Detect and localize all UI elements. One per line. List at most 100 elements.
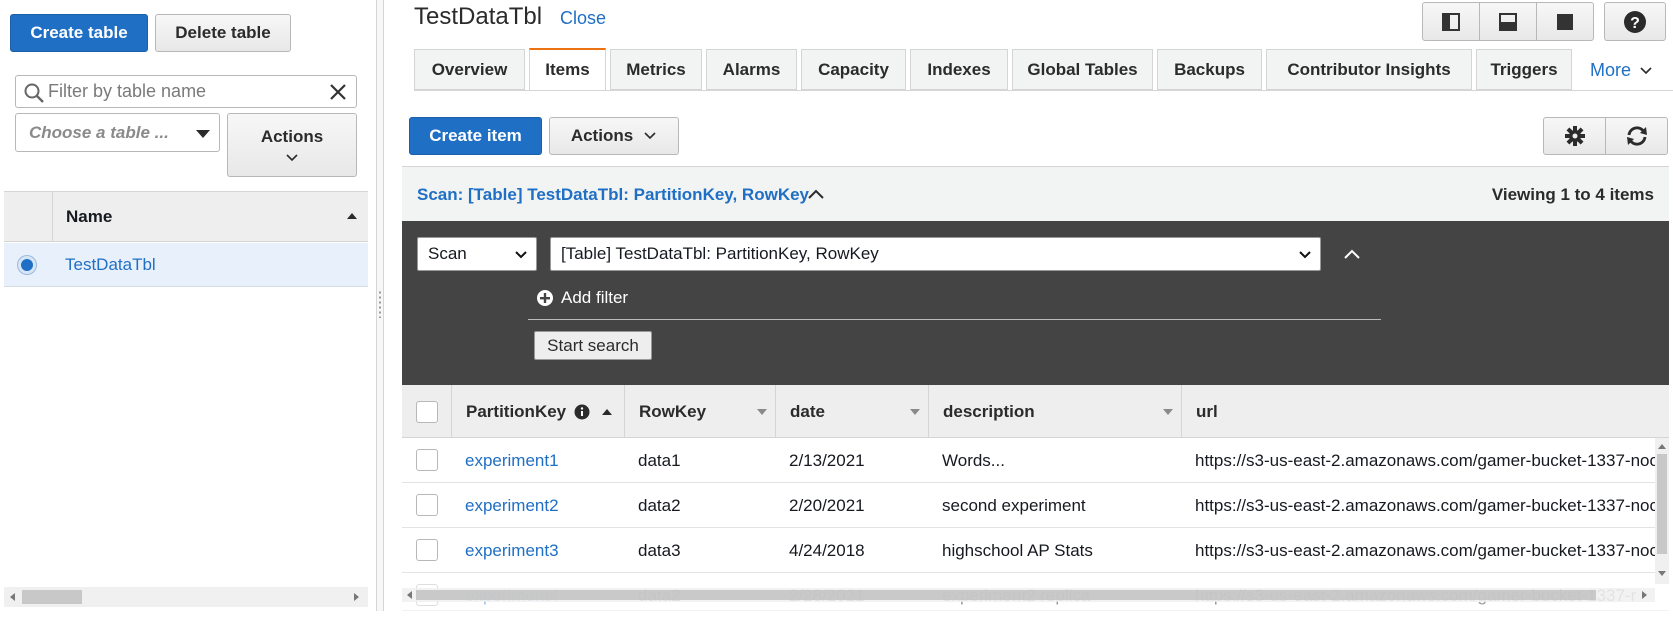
tab-triggers[interactable]: Triggers	[1476, 49, 1572, 90]
selected-radio[interactable]	[18, 256, 36, 274]
chevron-up-icon[interactable]	[807, 188, 825, 200]
tab-metrics[interactable]: Metrics	[610, 49, 702, 90]
column-label: description	[943, 401, 1035, 421]
scroll-thumb[interactable]	[1657, 454, 1667, 554]
tables-panel: Create table Delete table Filter by tabl…	[0, 0, 368, 611]
name-column-header[interactable]: Name	[66, 207, 112, 227]
scroll-thumb[interactable]	[416, 590, 1596, 600]
caret-down-icon	[196, 130, 210, 138]
scroll-left-icon[interactable]	[10, 593, 15, 601]
table-filter-input[interactable]: Filter by table name	[15, 75, 357, 108]
table-row[interactable]: experiment2 data2 2/20/2021 second exper…	[402, 483, 1669, 528]
table-title: TestDataTbl	[414, 3, 543, 30]
tab-alarms[interactable]: Alarms	[706, 49, 797, 90]
sort-asc-icon	[347, 213, 357, 219]
column-label: PartitionKey	[466, 401, 567, 421]
sort-icon	[757, 409, 767, 415]
vertical-scrollbar[interactable]	[1655, 438, 1669, 584]
settings-button[interactable]	[1544, 118, 1606, 154]
scroll-thumb[interactable]	[22, 590, 82, 604]
tab-overview[interactable]: Overview	[414, 49, 525, 90]
clear-icon[interactable]	[329, 83, 347, 101]
column-rowkey[interactable]: RowKey	[625, 385, 776, 438]
filter-placeholder: Filter by table name	[48, 81, 207, 101]
tab-global-tables[interactable]: Global Tables	[1012, 49, 1153, 90]
column-label: url	[1196, 401, 1218, 421]
partitionkey-link[interactable]: experiment3	[465, 528, 559, 573]
choose-table-select[interactable]: Choose a table ...	[15, 113, 220, 152]
chevron-down-icon	[1299, 251, 1311, 259]
drag-handle[interactable]	[378, 290, 382, 318]
rowkey-cell: data1	[638, 450, 681, 470]
url-cell: https://s3-us-east-2.amazonaws.com/gamer…	[1195, 540, 1658, 560]
more-tabs-dropdown[interactable]: More	[1590, 60, 1653, 81]
query-panel: Scan [Table] TestDataTbl: PartitionKey, …	[402, 221, 1669, 385]
scan-mode-select[interactable]: Scan	[417, 237, 537, 271]
sort-icon	[910, 409, 920, 415]
scroll-left-icon[interactable]	[407, 591, 412, 599]
tab-indexes[interactable]: Indexes	[910, 49, 1008, 90]
table-horizontal-scrollbar[interactable]	[402, 588, 1655, 602]
partitionkey-link[interactable]: experiment2	[465, 483, 559, 528]
column-date[interactable]: date	[776, 385, 929, 438]
plus-circle-icon	[537, 290, 553, 306]
split-horizontal-icon	[1499, 12, 1517, 31]
row-checkbox[interactable]	[416, 539, 438, 561]
collapse-query-icon[interactable]	[1343, 248, 1361, 260]
close-link[interactable]: Close	[560, 8, 606, 29]
horizontal-scrollbar[interactable]	[4, 587, 368, 607]
rowkey-cell: data2	[638, 495, 681, 515]
split-horizontal-button[interactable]	[1480, 3, 1537, 40]
tab-capacity[interactable]: Capacity	[801, 49, 906, 90]
url-cell: https://s3-us-east-2.amazonaws.com/gamer…	[1195, 450, 1658, 470]
column-description[interactable]: description	[929, 385, 1182, 438]
refresh-button[interactable]	[1606, 118, 1667, 154]
scroll-right-icon[interactable]	[354, 593, 359, 601]
select-all-checkbox[interactable]	[415, 400, 438, 423]
info-icon[interactable]	[574, 404, 590, 420]
table-row[interactable]: experiment3 data3 4/24/2018 highschool A…	[402, 528, 1669, 573]
start-search-button[interactable]: Start search	[534, 331, 652, 360]
scroll-right-icon[interactable]	[1642, 591, 1647, 599]
partitionkey-link[interactable]: experiment1	[465, 438, 559, 483]
scan-summary-toggle[interactable]: Scan: [Table] TestDataTbl: PartitionKey,…	[417, 185, 809, 205]
refresh-icon	[1626, 126, 1647, 146]
scroll-up-icon[interactable]	[1658, 444, 1666, 449]
date-cell: 2/20/2021	[789, 495, 865, 515]
url-cell: https://s3-us-east-2.amazonaws.com/gamer…	[1195, 495, 1658, 515]
help-icon: ?	[1624, 10, 1646, 33]
column-url[interactable]: url	[1182, 385, 1669, 438]
row-checkbox[interactable]	[416, 494, 438, 516]
column-partitionkey[interactable]: PartitionKey	[452, 385, 625, 438]
tables-grid-header: Name	[4, 191, 368, 242]
items-table-header: PartitionKey RowKey date description url	[402, 385, 1669, 438]
add-filter-button[interactable]: Add filter	[536, 288, 628, 308]
filter-divider	[528, 319, 1381, 320]
create-table-button[interactable]: Create table	[10, 14, 148, 52]
table-row[interactable]: experiment1 data1 2/13/2021 Words... htt…	[402, 438, 1669, 483]
item-actions-button[interactable]: Actions	[549, 117, 679, 155]
split-vertical-icon	[1442, 12, 1461, 31]
tab-items[interactable]: Items	[529, 48, 606, 91]
description-cell: highschool AP Stats	[942, 540, 1093, 560]
help-button[interactable]: ?	[1604, 2, 1666, 41]
scroll-down-icon[interactable]	[1658, 571, 1666, 576]
table-actions-button[interactable]: Actions	[227, 113, 357, 177]
create-item-button[interactable]: Create item	[409, 117, 542, 155]
select-all-cell	[402, 385, 452, 438]
table-row[interactable]: TestDataTbl	[4, 243, 368, 287]
full-view-button[interactable]	[1537, 3, 1593, 40]
tab-backups[interactable]: Backups	[1157, 49, 1262, 90]
full-view-icon	[1556, 13, 1573, 30]
row-checkbox[interactable]	[416, 449, 438, 471]
panel-splitter[interactable]	[376, 0, 384, 611]
actions-label: Actions	[260, 127, 324, 146]
delete-table-button[interactable]: Delete table	[155, 14, 291, 52]
column-label: date	[790, 401, 825, 421]
table-name-link[interactable]: TestDataTbl	[65, 255, 156, 275]
chevron-down-icon	[1640, 66, 1652, 74]
scan-target-select[interactable]: [Table] TestDataTbl: PartitionKey, RowKe…	[550, 237, 1321, 271]
add-filter-label: Add filter	[561, 288, 629, 307]
split-vertical-button[interactable]	[1423, 3, 1481, 40]
tab-contributor-insights[interactable]: Contributor Insights	[1266, 49, 1472, 90]
